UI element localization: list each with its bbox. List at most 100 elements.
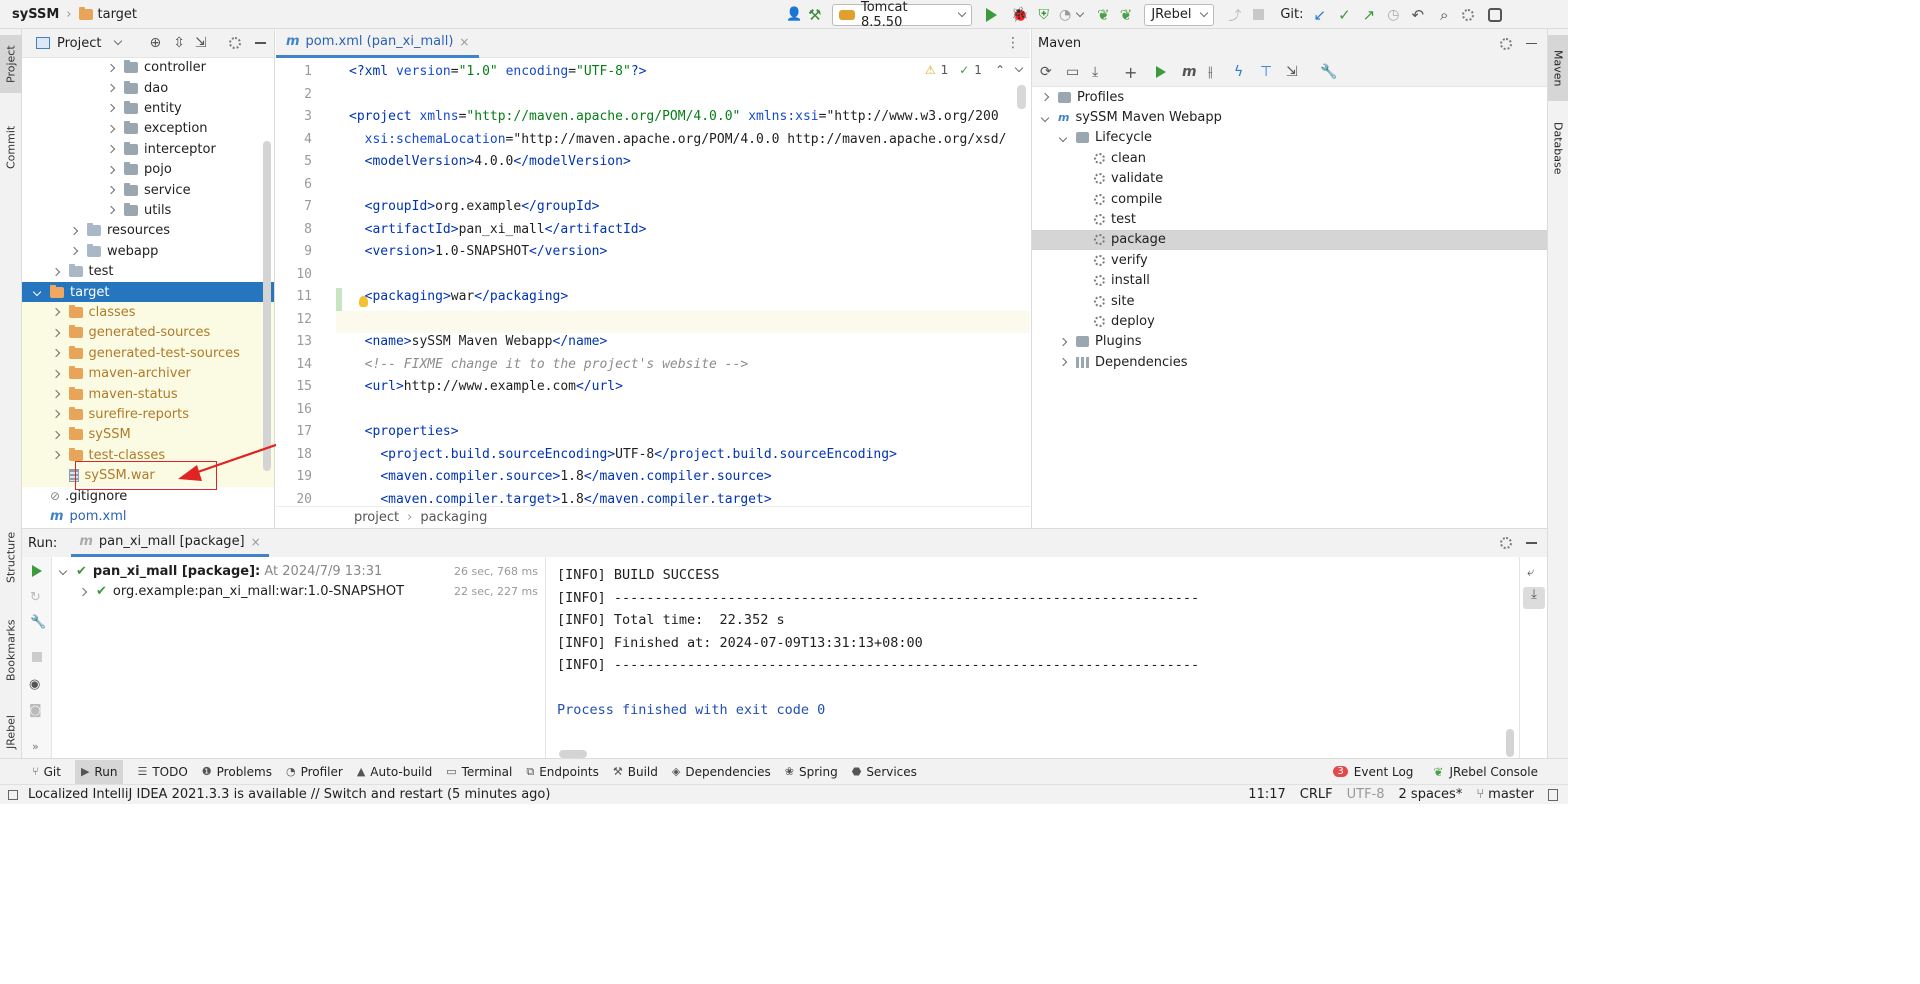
tree-item[interactable]: classes bbox=[22, 302, 274, 322]
profile-icon[interactable]: ◔ bbox=[1059, 7, 1071, 23]
chevron-right-icon[interactable] bbox=[1058, 358, 1068, 367]
tool-tab-project[interactable]: Project bbox=[0, 35, 22, 93]
chevron-right-icon[interactable] bbox=[106, 104, 116, 113]
expand-all-icon[interactable]: ⇳ bbox=[173, 35, 185, 51]
git-push-icon[interactable]: ↗ bbox=[1363, 6, 1376, 24]
project-panel-title[interactable]: Project bbox=[57, 36, 101, 51]
more-icon[interactable]: » bbox=[32, 740, 39, 753]
maven-tree-item[interactable]: clean bbox=[1032, 148, 1548, 168]
download-icon[interactable]: ⤓ bbox=[1092, 64, 1124, 80]
console-scrollbar[interactable] bbox=[1506, 729, 1514, 757]
chevron-right-icon[interactable] bbox=[51, 267, 60, 276]
tool-tab-structure[interactable]: Structure bbox=[2, 519, 20, 583]
tool-tab-endpoints[interactable]: ⧉ Endpoints bbox=[526, 765, 599, 779]
debug-icon[interactable]: 🐞 bbox=[1011, 7, 1028, 23]
git-branch[interactable]: master bbox=[1488, 787, 1534, 802]
maven-tree-item[interactable]: test bbox=[1032, 209, 1548, 229]
tree-item[interactable]: maven-archiver bbox=[22, 364, 274, 384]
tool-tab-run[interactable]: ▶ Run bbox=[74, 759, 124, 784]
file-encoding[interactable]: UTF-8 bbox=[1347, 787, 1385, 802]
chevron-down-icon[interactable] bbox=[1040, 113, 1050, 122]
maven-tree-item[interactable]: m sySSM Maven Webapp bbox=[1032, 107, 1548, 127]
chevron-right-icon[interactable] bbox=[51, 349, 60, 358]
chevron-right-icon[interactable] bbox=[106, 145, 116, 154]
scroll-to-end-icon[interactable]: ⤓ bbox=[1523, 587, 1545, 609]
chevron-right-icon[interactable] bbox=[51, 369, 60, 378]
maven-tree-item[interactable]: Plugins bbox=[1032, 332, 1548, 352]
chevron-right-icon[interactable] bbox=[78, 587, 88, 596]
event-log-tab[interactable]: Event Log bbox=[1354, 765, 1414, 779]
history-icon[interactable]: ◷ bbox=[1387, 7, 1399, 23]
chevron-right-icon[interactable] bbox=[106, 83, 116, 93]
minimize-icon[interactable] bbox=[1526, 42, 1537, 45]
toggle-offline-icon[interactable]: ⫲ bbox=[1208, 64, 1234, 80]
tool-tab-git[interactable]: ⑂ Git bbox=[32, 765, 61, 779]
close-icon[interactable]: × bbox=[251, 535, 261, 549]
git-update-icon[interactable]: ↙ bbox=[1314, 6, 1327, 24]
navbar-crumb[interactable]: target bbox=[98, 7, 138, 22]
settings-icon[interactable] bbox=[228, 37, 241, 49]
tool-tab-dependencies[interactable]: ◈ Dependencies bbox=[672, 765, 771, 779]
console-output[interactable]: [INFO] BUILD SUCCESS [INFO] -------------… bbox=[547, 549, 1507, 759]
wrench-icon[interactable]: 🔧 bbox=[1320, 64, 1346, 80]
maven-tree-item[interactable]: install bbox=[1032, 271, 1548, 291]
git-commit-icon[interactable]: ✓ bbox=[1338, 6, 1351, 24]
maven-tree-item[interactable]: deploy bbox=[1032, 311, 1548, 331]
show-dependencies-icon[interactable]: ⊤ bbox=[1260, 64, 1286, 80]
rerun-failed-icon[interactable]: ↻ bbox=[30, 590, 41, 605]
tree-item[interactable]: maven-status bbox=[22, 384, 274, 404]
tree-item[interactable]: generated-sources bbox=[22, 323, 274, 343]
breadcrumb-item[interactable]: project bbox=[354, 510, 399, 525]
status-message[interactable]: Localized IntelliJ IDEA 2021.3.3 is avai… bbox=[28, 787, 550, 802]
breadcrumb-item[interactable]: packaging bbox=[420, 510, 487, 525]
run-tree-item[interactable]: ✔ org.example:pan_xi_mall:war:1.0-SNAPSHO… bbox=[52, 582, 542, 602]
maven-tree-item[interactable]: package bbox=[1032, 229, 1548, 251]
run-icon[interactable] bbox=[1156, 66, 1166, 78]
camera-icon[interactable]: ◙ bbox=[29, 703, 42, 718]
tree-item[interactable]: resources bbox=[22, 221, 274, 241]
stop-icon[interactable] bbox=[32, 652, 42, 662]
chevron-down-icon[interactable] bbox=[32, 287, 42, 297]
tool-tab-build[interactable]: ⚒ Build bbox=[613, 765, 658, 779]
memory-icon[interactable] bbox=[1548, 788, 1558, 801]
tool-tab-database[interactable]: Database bbox=[1548, 113, 1568, 183]
minimize-icon[interactable] bbox=[1526, 542, 1537, 544]
maven-tree-item[interactable]: compile bbox=[1032, 189, 1548, 209]
chevron-down-icon[interactable] bbox=[58, 566, 68, 576]
chevron-right-icon[interactable] bbox=[51, 308, 60, 317]
chevron-down-icon[interactable] bbox=[1058, 133, 1068, 143]
tool-tab-profiler[interactable]: ◔ Profiler bbox=[286, 765, 343, 779]
indent-setting[interactable]: 2 spaces* bbox=[1399, 787, 1463, 802]
chevron-right-icon[interactable] bbox=[51, 389, 60, 399]
tool-tab-spring[interactable]: ❀ Spring bbox=[785, 765, 838, 779]
add-icon[interactable]: + bbox=[1124, 63, 1156, 82]
tool-tab-todo[interactable]: ☰ TODO bbox=[137, 765, 187, 779]
rollback-icon[interactable]: ↶ bbox=[1411, 6, 1424, 24]
run-icon[interactable] bbox=[986, 7, 997, 22]
settings-icon[interactable] bbox=[1462, 8, 1475, 21]
tool-tab-problems[interactable]: ❶ Problems bbox=[202, 765, 272, 779]
tree-item[interactable]: webapp bbox=[22, 241, 274, 261]
run-config-select[interactable]: Tomcat 8.5.50 bbox=[832, 0, 972, 30]
soft-wrap-icon[interactable]: ⤶ bbox=[1527, 565, 1534, 580]
chevron-down-icon[interactable] bbox=[1014, 63, 1024, 73]
tree-item[interactable]: interceptor bbox=[22, 139, 274, 159]
tool-tab-auto-build[interactable]: ▲ Auto-build bbox=[357, 765, 432, 779]
jetbrains-icon[interactable] bbox=[1488, 7, 1503, 22]
tree-item[interactable]: m pom.xml bbox=[22, 506, 274, 526]
execute-goal-icon[interactable]: m bbox=[1182, 64, 1208, 80]
chevron-right-icon[interactable] bbox=[69, 226, 79, 236]
jrebel-console-tab[interactable]: JRebel Console bbox=[1449, 765, 1538, 779]
chevron-right-icon[interactable] bbox=[51, 430, 60, 440]
reload-icon[interactable]: ⟳ bbox=[1040, 64, 1066, 80]
tool-tab-bookmarks[interactable]: Bookmarks bbox=[2, 605, 20, 681]
chevron-down-icon[interactable] bbox=[114, 36, 123, 46]
minimize-icon[interactable] bbox=[254, 42, 266, 44]
jrebel-debug-icon[interactable]: ❦ bbox=[1120, 6, 1133, 24]
chevron-right-icon[interactable] bbox=[106, 165, 116, 174]
tool-tab-maven[interactable]: Maven bbox=[1548, 35, 1568, 101]
jrebel-run-icon[interactable]: ❦ bbox=[1097, 6, 1110, 24]
stop-icon[interactable] bbox=[1253, 9, 1265, 20]
tree-item[interactable]: exception bbox=[22, 119, 274, 139]
intention-bulb-icon[interactable] bbox=[359, 296, 368, 307]
